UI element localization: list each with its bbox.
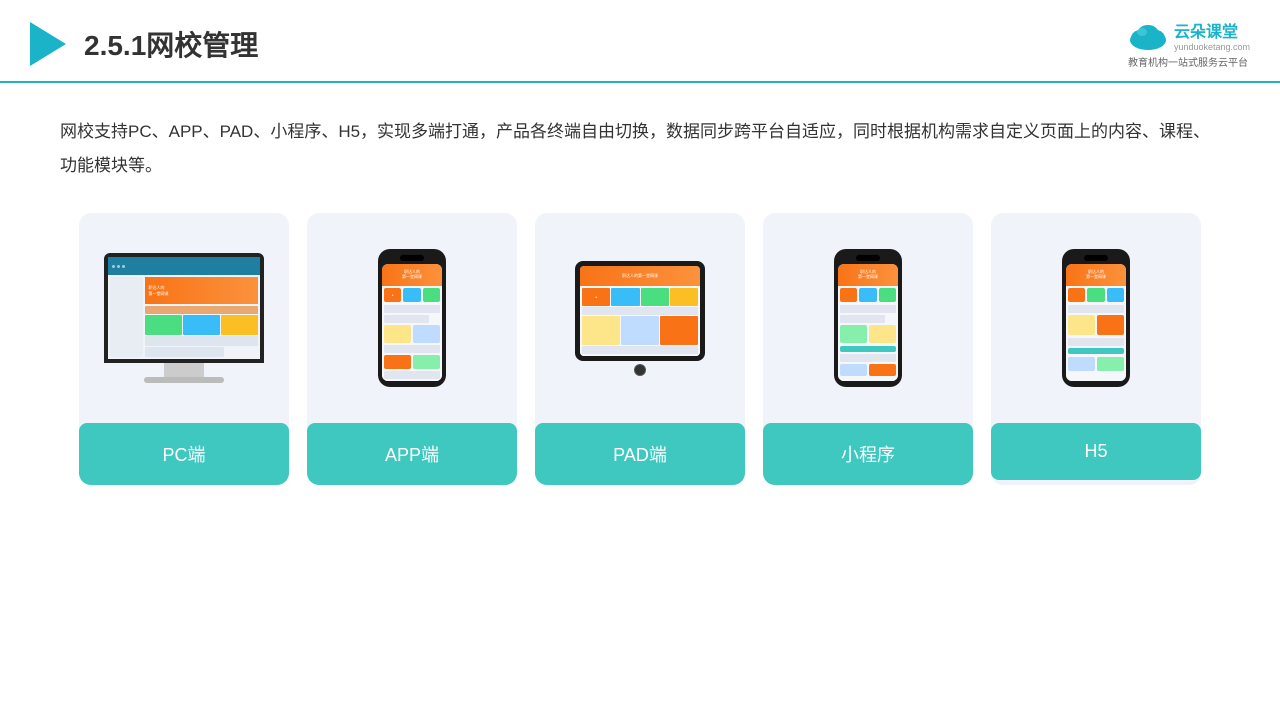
- logo-area: 云朵课堂 yunduoketang.com 教育机构一站式服务云平台: [1126, 18, 1250, 69]
- card-app: 职达人的第一堂网课 ●: [307, 213, 517, 485]
- phone-outer-h5: 职达人的第一堂网课: [1062, 249, 1130, 387]
- card-pc-image: 职达人的第一堂网课: [79, 213, 289, 413]
- card-pad-image: 职达人的第一堂网课 ●: [535, 213, 745, 413]
- phone-mockup-h5: 职达人的第一堂网课: [1062, 249, 1130, 387]
- pad-home-btn: [634, 364, 646, 376]
- card-app-label: APP端: [307, 423, 517, 485]
- card-miniapp-label: 小程序: [763, 423, 973, 485]
- card-h5-label: H5: [991, 423, 1201, 480]
- logo-text-group: 云朵课堂 yunduoketang.com: [1174, 18, 1250, 52]
- phone-notch-h5: [1084, 255, 1108, 261]
- phone-screen-miniapp: 职达人的第一堂网课: [838, 264, 898, 381]
- card-h5: 职达人的第一堂网课: [991, 213, 1201, 485]
- card-pad: 职达人的第一堂网课 ●: [535, 213, 745, 485]
- pc-screen-outer: 职达人的第一堂网课: [104, 253, 264, 363]
- description-content: 网校支持PC、APP、PAD、小程序、H5，实现多端打通，产品各终端自由切换，数…: [60, 122, 1210, 175]
- pc-mockup: 职达人的第一堂网课: [104, 253, 264, 383]
- phone-screen-app: 职达人的第一堂网课 ●: [382, 264, 442, 381]
- phone-screen-h5: 职达人的第一堂网课: [1066, 264, 1126, 381]
- phone-outer-miniapp: 职达人的第一堂网课: [834, 249, 902, 387]
- cloud-logo-icon: [1126, 20, 1170, 50]
- card-miniapp: 职达人的第一堂网课: [763, 213, 973, 485]
- play-icon: [30, 22, 66, 66]
- page-header: 2.5.1网校管理 云朵课堂 yunduoketang.com 教育机构一站式服…: [0, 0, 1280, 83]
- phone-notch-app: [400, 255, 424, 261]
- card-pc: 职达人的第一堂网课: [79, 213, 289, 485]
- phone-mockup-miniapp: 职达人的第一堂网课: [834, 249, 902, 387]
- pad-mockup: 职达人的第一堂网课 ●: [575, 261, 705, 376]
- pad-screen: 职达人的第一堂网课 ●: [580, 266, 700, 356]
- card-pad-label: PAD端: [535, 423, 745, 485]
- header-left: 2.5.1网校管理: [30, 22, 258, 66]
- card-app-image: 职达人的第一堂网课 ●: [307, 213, 517, 413]
- phone-outer-app: 职达人的第一堂网课 ●: [378, 249, 446, 387]
- phone-mockup-app: 职达人的第一堂网课 ●: [378, 249, 446, 387]
- card-h5-image: 职达人的第一堂网课: [991, 213, 1201, 413]
- pc-screen-content: 职达人的第一堂网课: [108, 257, 260, 359]
- logo-name: 云朵课堂: [1174, 18, 1250, 42]
- page-title: 2.5.1网校管理: [84, 24, 258, 64]
- card-pc-label: PC端: [79, 423, 289, 485]
- logo-wrap: 云朵课堂 yunduoketang.com: [1126, 18, 1250, 52]
- logo-tagline: 教育机构一站式服务云平台: [1128, 54, 1248, 69]
- phone-notch-miniapp: [856, 255, 880, 261]
- cards-container: 职达人的第一堂网课: [0, 203, 1280, 485]
- logo-url: yunduoketang.com: [1174, 42, 1250, 52]
- description-text: 网校支持PC、APP、PAD、小程序、H5，实现多端打通，产品各终端自由切换，数…: [0, 83, 1280, 203]
- pad-outer: 职达人的第一堂网课 ●: [575, 261, 705, 361]
- card-miniapp-image: 职达人的第一堂网课: [763, 213, 973, 413]
